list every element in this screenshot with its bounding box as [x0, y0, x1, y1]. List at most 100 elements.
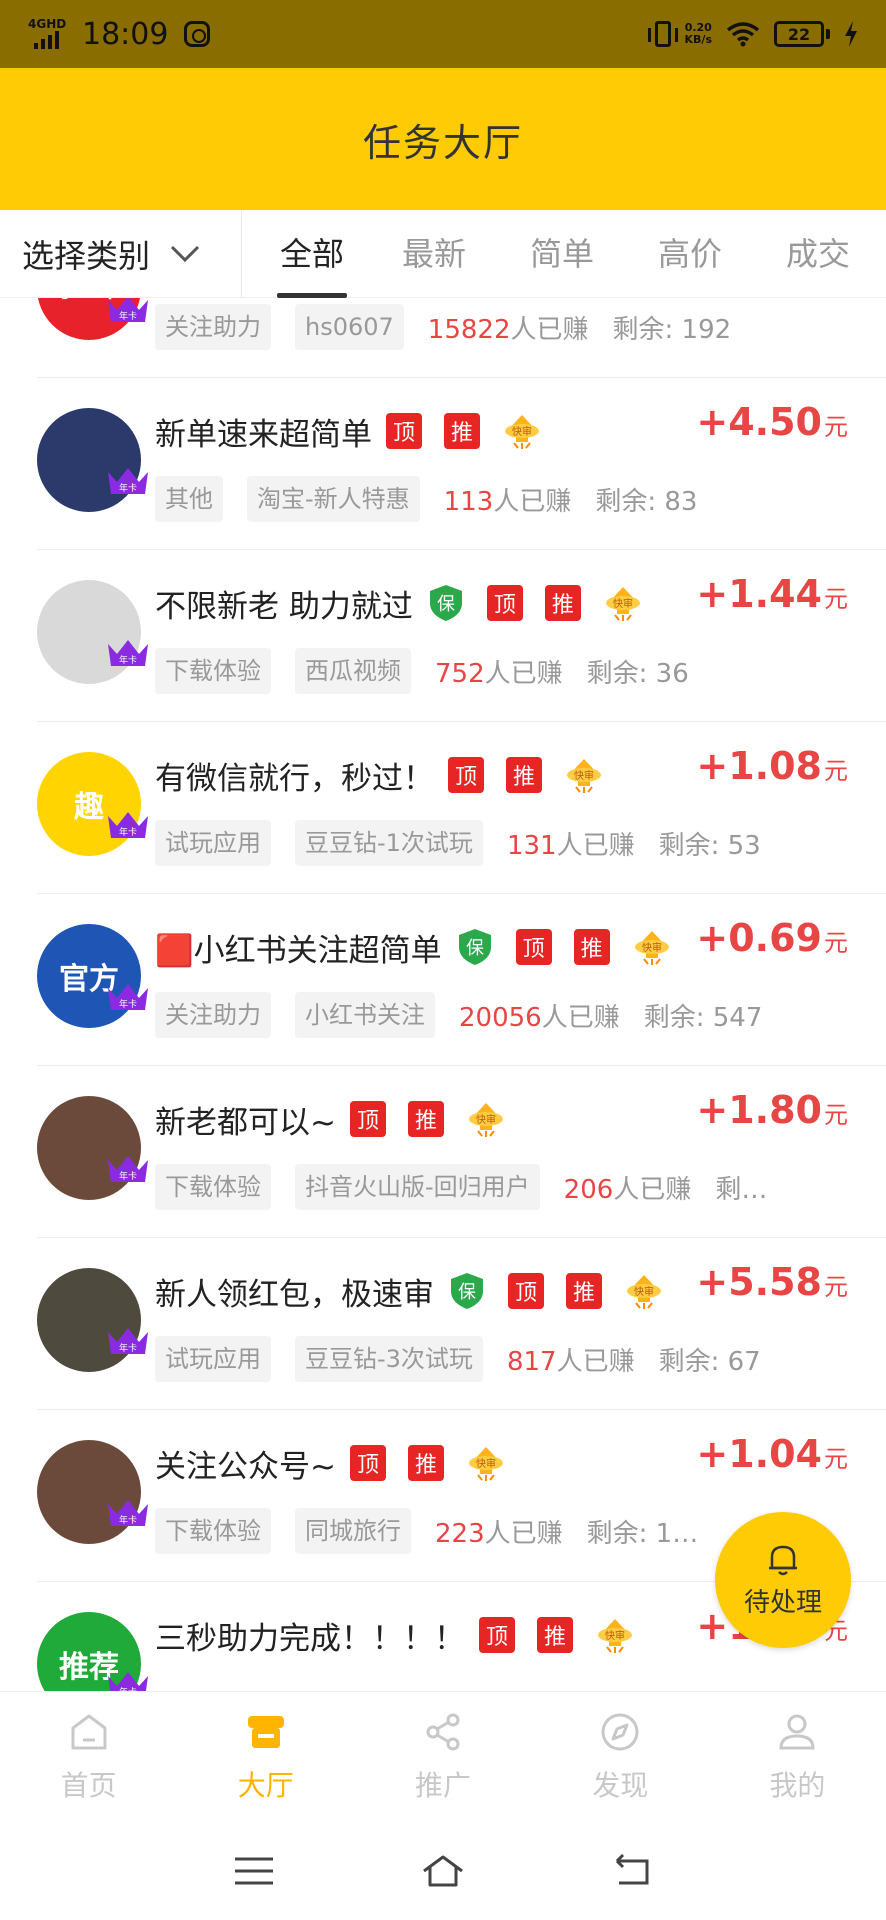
- task-tag: 关注助力: [155, 304, 271, 350]
- nav-promote[interactable]: 推广: [354, 1692, 531, 1821]
- task-meta: 下载体验 抖音火山版-回归用户 206人已赚 剩…: [155, 1164, 886, 1210]
- svg-text:年卡: 年卡: [119, 654, 137, 666]
- push-badge: 推: [537, 1617, 573, 1653]
- svg-text:快审: 快审: [476, 1457, 496, 1470]
- category-label: 选择类别: [22, 236, 151, 275]
- year-card-crown-icon: 年卡: [108, 1500, 148, 1526]
- task-tag: 小红书关注: [295, 992, 435, 1038]
- task-tag: 下载体验: [155, 1164, 271, 1210]
- nav-mine[interactable]: 我的: [709, 1692, 886, 1821]
- tab-high-price[interactable]: 高价: [626, 210, 754, 298]
- task-reward: +5.58 元: [696, 1260, 848, 1304]
- year-card-crown-icon: 年卡: [108, 468, 148, 494]
- tab-latest[interactable]: 最新: [370, 210, 498, 298]
- charging-icon: [845, 21, 857, 47]
- task-meta: 试玩应用 豆豆钻-1次试玩 131人已赚 剩余: 53: [155, 820, 886, 866]
- task-meta: 下载体验 西瓜视频 752人已赚 剩余: 36: [155, 648, 886, 694]
- tab-all[interactable]: 全部: [262, 210, 362, 298]
- nav-promote-label: 推广: [415, 1768, 472, 1802]
- task-reward: +1.04 元: [696, 1432, 848, 1476]
- nav-discover[interactable]: 发现: [532, 1692, 709, 1821]
- user-icon: [779, 1714, 815, 1749]
- pending-label: 待处理: [743, 1587, 822, 1618]
- system-nav: [0, 1821, 886, 1920]
- task-item[interactable]: 年卡 新老都可以~ 顶推 快审 +1.80 元下载体验 抖音火山版-回归用户 206人已赚 剩…: [37, 1066, 886, 1238]
- tab-simple[interactable]: 简单: [498, 210, 626, 298]
- svg-text:快审: 快审: [605, 1629, 625, 1642]
- nav-home[interactable]: 首页: [0, 1692, 177, 1821]
- svg-text:快审: 快审: [574, 769, 594, 782]
- bottom-nav: 首页 大厅 推广 发现 我的: [0, 1691, 886, 1821]
- task-reward: +4.50 元: [696, 400, 848, 444]
- task-tag: 豆豆钻-3次试玩: [295, 1336, 483, 1382]
- share-icon: [426, 1713, 460, 1750]
- push-badge: 推: [407, 1445, 444, 1481]
- compass-icon: [601, 1713, 639, 1750]
- year-card-crown-icon: 年卡: [108, 298, 148, 322]
- battery-icon: 22: [774, 21, 830, 47]
- avatar-wrap: 趣年卡: [37, 752, 148, 856]
- network-type: 4GHD: [28, 17, 67, 31]
- year-card-crown-icon: 年卡: [108, 1328, 148, 1354]
- task-reward: +1.80 元: [696, 1088, 848, 1132]
- pending-button[interactable]: 待处理: [715, 1512, 851, 1648]
- task-meta: [155, 1680, 886, 1691]
- vibrate-icon: [647, 21, 678, 47]
- avatar-wrap: 年卡: [37, 1096, 148, 1200]
- menu-icon[interactable]: [231, 1851, 277, 1891]
- guarantee-badge-icon: 保: [429, 585, 462, 621]
- task-item[interactable]: 年卡 新单速来超简单顶推 快审 +4.50 元其他 淘宝-新人特惠 113人已赚 剩余: 83: [37, 378, 886, 550]
- earned-count: 223人已赚: [435, 1518, 563, 1549]
- year-card-crown-icon: 年卡: [108, 812, 148, 838]
- svg-text:年卡: 年卡: [119, 310, 137, 322]
- home-button-icon[interactable]: [420, 1851, 466, 1891]
- fast-review-badge-icon: 快审: [505, 415, 539, 449]
- earned-count: 113人已赚: [443, 486, 572, 517]
- wifi-icon: [726, 22, 760, 47]
- remaining-count: 剩余: 67: [658, 1346, 761, 1377]
- task-meta: 其他 淘宝-新人特惠 113人已赚 剩余: 83: [155, 476, 886, 522]
- avatar-wrap: 年卡: [37, 1268, 148, 1372]
- task-title: 关注公众号~: [155, 1448, 336, 1485]
- task-item[interactable]: 年卡 不限新老 助力就过 保 顶推 快审 +1.44 元下载体验 西瓜视频 752人已赚 剩余: …: [37, 550, 886, 722]
- task-tag: 试玩应用: [155, 1336, 271, 1382]
- task-item[interactable]: 官方 年卡 🟥小红书关注超简单 保 顶推 快审 +0.69 元关注助力 小红书关注 20056人已…: [37, 894, 886, 1066]
- app-notification-icon: [184, 21, 211, 47]
- remaining-count: 剩余: 192: [612, 314, 732, 345]
- task-title: 不限新老 助力就过: [155, 588, 413, 625]
- svg-text:年卡: 年卡: [119, 826, 137, 838]
- filter-bar: 选择类别 全部 最新 简单 高价 成交: [0, 209, 886, 298]
- remaining-count: 剩余: 547: [643, 1002, 763, 1033]
- top-badge: 顶: [508, 1273, 544, 1309]
- fast-review-badge-icon: 快审: [627, 1275, 661, 1309]
- tab-completed[interactable]: 成交: [754, 210, 882, 298]
- task-tag: 其他: [155, 476, 223, 522]
- avatar-wrap: 年卡: [37, 408, 148, 512]
- fast-review-badge-icon: 快审: [634, 931, 669, 965]
- push-badge: 推: [566, 1273, 602, 1309]
- svg-text:保: 保: [466, 938, 484, 959]
- clock: 18:09: [82, 16, 169, 52]
- task-item[interactable]: 年卡 新人领红包，极速审 保 顶推 快审 +5.58 元试玩应用 豆豆钻-3次试玩 817人已赚…: [37, 1238, 886, 1410]
- push-badge: 推: [444, 413, 480, 449]
- nav-hall[interactable]: 大厅: [177, 1692, 354, 1821]
- push-badge: 推: [544, 585, 581, 621]
- back-icon[interactable]: [609, 1851, 655, 1891]
- category-selector[interactable]: 选择类别: [0, 209, 242, 298]
- task-reward: +0.69 元: [696, 916, 848, 960]
- top-badge: 顶: [349, 1101, 386, 1137]
- task-item[interactable]: 趣年卡 有微信就行，秒过！ 顶推 快审 +1.08 元试玩应用 豆豆钻-1次试玩 131人已赚…: [37, 722, 886, 894]
- fast-review-badge-icon: 快审: [468, 1447, 503, 1481]
- svg-text:年卡: 年卡: [119, 998, 137, 1010]
- fast-review-badge-icon: 快审: [567, 759, 601, 793]
- task-item[interactable]: 小红书年卡关注助力 hs0607 15822人已赚剩余: 192: [37, 298, 886, 378]
- task-title: 新老都可以~: [155, 1104, 336, 1141]
- avatar-wrap: 年卡: [37, 1440, 148, 1544]
- earned-count: 817人已赚: [506, 1346, 635, 1377]
- task-title: 有微信就行，秒过！: [155, 760, 434, 797]
- svg-text:年卡: 年卡: [119, 1342, 137, 1354]
- task-meta: 关注助力 小红书关注 20056人已赚 剩余: 547: [155, 992, 886, 1038]
- fast-review-badge-icon: 快审: [598, 1619, 632, 1653]
- year-card-crown-icon: 年卡: [108, 1672, 148, 1691]
- year-card-crown-icon: 年卡: [108, 1156, 148, 1182]
